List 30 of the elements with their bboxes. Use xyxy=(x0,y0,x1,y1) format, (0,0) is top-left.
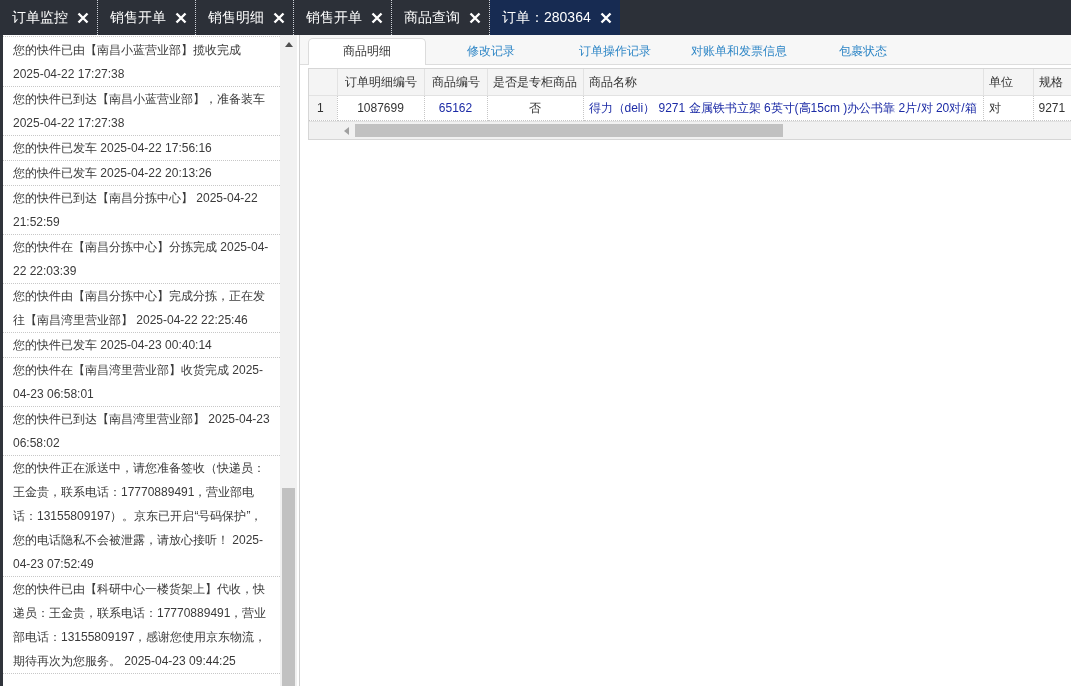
close-icon[interactable] xyxy=(469,11,481,24)
scroll-up-icon[interactable] xyxy=(284,42,293,47)
scroll-thumb[interactable] xyxy=(282,488,295,686)
tab[interactable]: 包裹状态 xyxy=(804,38,922,64)
column-header: 规格 xyxy=(1033,69,1071,96)
tab[interactable]: 修改记录 xyxy=(432,38,550,64)
close-icon[interactable] xyxy=(175,11,187,24)
scroll-thumb[interactable] xyxy=(355,124,783,137)
link-cell[interactable]: 得力（deli） 9271 金属铁书立架 6英寸(高15cm )办公书靠 2片/对 20对/箱 xyxy=(583,95,983,121)
link-cell[interactable]: 65162 xyxy=(424,95,487,121)
column-header: 订单明细编号 xyxy=(337,69,424,96)
tab[interactable]: 订单：280364 xyxy=(490,0,620,35)
column-header: 单位 xyxy=(983,69,1033,96)
column-header: 商品编号 xyxy=(424,69,487,96)
table-cell: 否 xyxy=(487,95,583,121)
table-cell: 对 xyxy=(983,95,1033,121)
close-icon[interactable] xyxy=(371,11,383,24)
column-header: 是否是专柜商品 xyxy=(487,69,583,96)
column-header: 商品名称 xyxy=(583,69,983,96)
row-number: 1 xyxy=(309,95,337,121)
close-icon[interactable] xyxy=(273,11,285,24)
vertical-scrollbar[interactable] xyxy=(280,35,297,686)
tab[interactable]: 商品明细 xyxy=(308,38,426,65)
table-cell: 9271 xyxy=(1033,95,1071,121)
close-icon[interactable] xyxy=(77,11,89,24)
horizontal-scrollbar[interactable] xyxy=(309,121,1071,139)
close-icon[interactable] xyxy=(599,11,612,24)
tab[interactable]: 对账单和发票信息 xyxy=(680,38,798,64)
tab[interactable]: 订单操作记录 xyxy=(556,38,674,64)
table-cell: 1087699 xyxy=(337,95,424,121)
